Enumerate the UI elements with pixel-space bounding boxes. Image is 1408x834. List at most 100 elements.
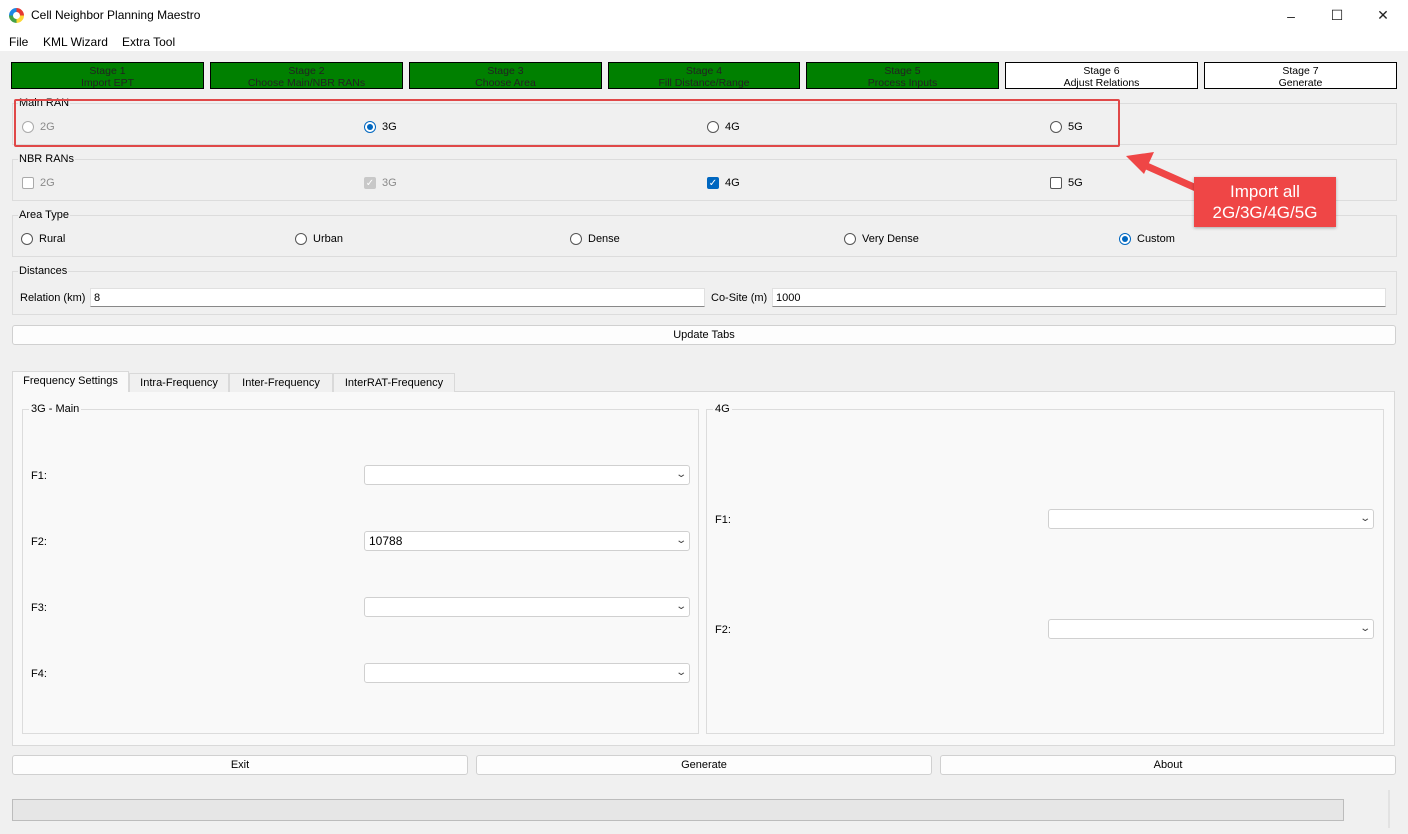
chevron-down-icon: ⌄ bbox=[1358, 623, 1371, 634]
main-f4-select[interactable]: ⌄ bbox=[364, 663, 690, 683]
stage-1-button[interactable]: Stage 1 Import EPT bbox=[11, 62, 204, 89]
stage-subtitle: Choose Area bbox=[475, 77, 536, 89]
distances-title: Distances bbox=[18, 265, 69, 277]
area-type-title: Area Type bbox=[18, 209, 70, 221]
nbr-4g-checkbox[interactable]: ✓ 4G bbox=[707, 177, 740, 189]
checkbox-label: 4G bbox=[725, 177, 740, 189]
main-f2-label: F2: bbox=[31, 536, 47, 548]
checkbox-icon bbox=[1050, 177, 1062, 189]
stage-subtitle: Choose Main/NBR RANs bbox=[247, 77, 366, 89]
stage-title: Stage 6 bbox=[1083, 65, 1120, 77]
menu-extra-tool[interactable]: Extra Tool bbox=[122, 35, 175, 49]
nbr-f2-select[interactable]: ⌄ bbox=[1048, 619, 1374, 639]
main-frequency-group bbox=[22, 409, 699, 734]
annotation-callout: Import all 2G/3G/4G/5G bbox=[1194, 177, 1336, 227]
update-tabs-button[interactable]: Update Tabs bbox=[12, 325, 1396, 345]
nbr-rans-title: NBR RANs bbox=[18, 153, 76, 165]
checkmark-icon: ✓ bbox=[364, 177, 376, 189]
window-title: Cell Neighbor Planning Maestro bbox=[31, 8, 201, 22]
area-type-group bbox=[12, 215, 1397, 257]
area-very-dense-radio[interactable]: Very Dense bbox=[844, 233, 919, 245]
stage-4-button[interactable]: Stage 4 Fill Distance/Range bbox=[608, 62, 800, 89]
tab-inter-frequency[interactable]: Inter-Frequency bbox=[229, 373, 333, 392]
annotation-line-1: Import all bbox=[1230, 182, 1300, 201]
stage-7-button[interactable]: Stage 7 Generate bbox=[1204, 62, 1397, 89]
nbr-2g-checkbox[interactable]: 2G bbox=[22, 177, 55, 189]
area-rural-radio[interactable]: Rural bbox=[21, 233, 65, 245]
about-button[interactable]: About bbox=[940, 755, 1396, 775]
exit-button[interactable]: Exit bbox=[12, 755, 468, 775]
app-logo-icon bbox=[9, 8, 24, 23]
main-frequency-title: 3G - Main bbox=[29, 403, 82, 415]
radio-dot-icon bbox=[844, 233, 856, 245]
radio-label: Urban bbox=[313, 233, 343, 245]
stage-subtitle: Fill Distance/Range bbox=[658, 77, 750, 89]
tab-frequency-settings[interactable]: Frequency Settings bbox=[12, 371, 129, 392]
cosite-input[interactable]: 1000 bbox=[772, 288, 1386, 307]
chevron-down-icon: ⌄ bbox=[674, 601, 687, 612]
radio-dot-icon bbox=[295, 233, 307, 245]
cosite-label: Co-Site (m) bbox=[711, 292, 768, 304]
tab-interrat-frequency[interactable]: InterRAT-Frequency bbox=[333, 373, 455, 392]
stage-3-button[interactable]: Stage 3 Choose Area bbox=[409, 62, 602, 89]
checkmark-icon: ✓ bbox=[707, 177, 719, 189]
close-button[interactable]: ✕ bbox=[1360, 0, 1406, 31]
radio-label: Dense bbox=[588, 233, 620, 245]
menu-kml-wizard[interactable]: KML Wizard bbox=[43, 35, 108, 49]
menu-file[interactable]: File bbox=[9, 35, 28, 49]
main-f4-label: F4: bbox=[31, 668, 47, 680]
stage-5-button[interactable]: Stage 5 Process Inputs bbox=[806, 62, 999, 89]
radio-dot-icon bbox=[570, 233, 582, 245]
relation-input[interactable]: 8 bbox=[90, 288, 705, 307]
size-grip[interactable] bbox=[1388, 790, 1390, 828]
radio-label: Rural bbox=[39, 233, 66, 245]
stage-6-button[interactable]: Stage 6 Adjust Relations bbox=[1005, 62, 1198, 89]
nbr-3g-checkbox[interactable]: ✓ 3G bbox=[364, 177, 397, 189]
chevron-down-icon: ⌄ bbox=[1358, 513, 1371, 524]
stage-title: Stage 1 bbox=[89, 65, 126, 77]
select-value: 10788 bbox=[369, 534, 403, 548]
stage-subtitle: Generate bbox=[1278, 77, 1323, 89]
checkbox-icon bbox=[22, 177, 34, 189]
nbr-f1-label: F1: bbox=[715, 514, 731, 526]
minimize-button[interactable]: – bbox=[1268, 0, 1314, 31]
radio-label: Very Dense bbox=[862, 233, 919, 245]
stage-subtitle: Import EPT bbox=[80, 77, 135, 89]
maximize-button[interactable]: ☐ bbox=[1314, 0, 1360, 31]
stage-title: Stage 5 bbox=[884, 65, 921, 77]
nbr-frequency-title: 4G bbox=[713, 403, 732, 415]
chevron-down-icon: ⌄ bbox=[674, 469, 687, 480]
main-f1-select[interactable]: ⌄ bbox=[364, 465, 690, 485]
area-urban-radio[interactable]: Urban bbox=[295, 233, 343, 245]
chevron-down-icon: ⌄ bbox=[674, 535, 687, 546]
title-bar: Cell Neighbor Planning Maestro – ☐ ✕ bbox=[0, 0, 1408, 31]
stage-title: Stage 2 bbox=[288, 65, 325, 77]
nbr-5g-checkbox[interactable]: 5G bbox=[1050, 177, 1083, 189]
progress-bar bbox=[12, 799, 1344, 821]
stage-subtitle: Process Inputs bbox=[867, 77, 938, 89]
main-f3-select[interactable]: ⌄ bbox=[364, 597, 690, 617]
stage-title: Stage 4 bbox=[685, 65, 723, 77]
stage-title: Stage 3 bbox=[487, 65, 524, 77]
area-dense-radio[interactable]: Dense bbox=[570, 233, 620, 245]
checkbox-label: 5G bbox=[1068, 177, 1083, 189]
stage-title: Stage 7 bbox=[1282, 65, 1319, 77]
tab-intra-frequency[interactable]: Intra-Frequency bbox=[129, 373, 229, 392]
annotation-arrow-icon bbox=[1126, 152, 1200, 192]
radio-dot-icon bbox=[1119, 233, 1131, 245]
nbr-f2-label: F2: bbox=[715, 624, 731, 636]
stage-2-button[interactable]: Stage 2 Choose Main/NBR RANs bbox=[210, 62, 403, 89]
main-f1-label: F1: bbox=[31, 470, 47, 482]
main-f2-select[interactable]: 10788 ⌄ bbox=[364, 531, 690, 551]
stage-subtitle: Adjust Relations bbox=[1063, 77, 1140, 89]
generate-button[interactable]: Generate bbox=[476, 755, 932, 775]
menu-bar: File KML Wizard Extra Tool bbox=[0, 31, 1408, 51]
chevron-down-icon: ⌄ bbox=[674, 667, 687, 678]
radio-label: Custom bbox=[1137, 233, 1175, 245]
main-f3-label: F3: bbox=[31, 602, 47, 614]
nbr-f1-select[interactable]: ⌄ bbox=[1048, 509, 1374, 529]
checkbox-label: 2G bbox=[40, 177, 55, 189]
radio-dot-icon bbox=[21, 233, 33, 245]
area-custom-radio[interactable]: Custom bbox=[1119, 233, 1175, 245]
checkbox-label: 3G bbox=[382, 177, 397, 189]
